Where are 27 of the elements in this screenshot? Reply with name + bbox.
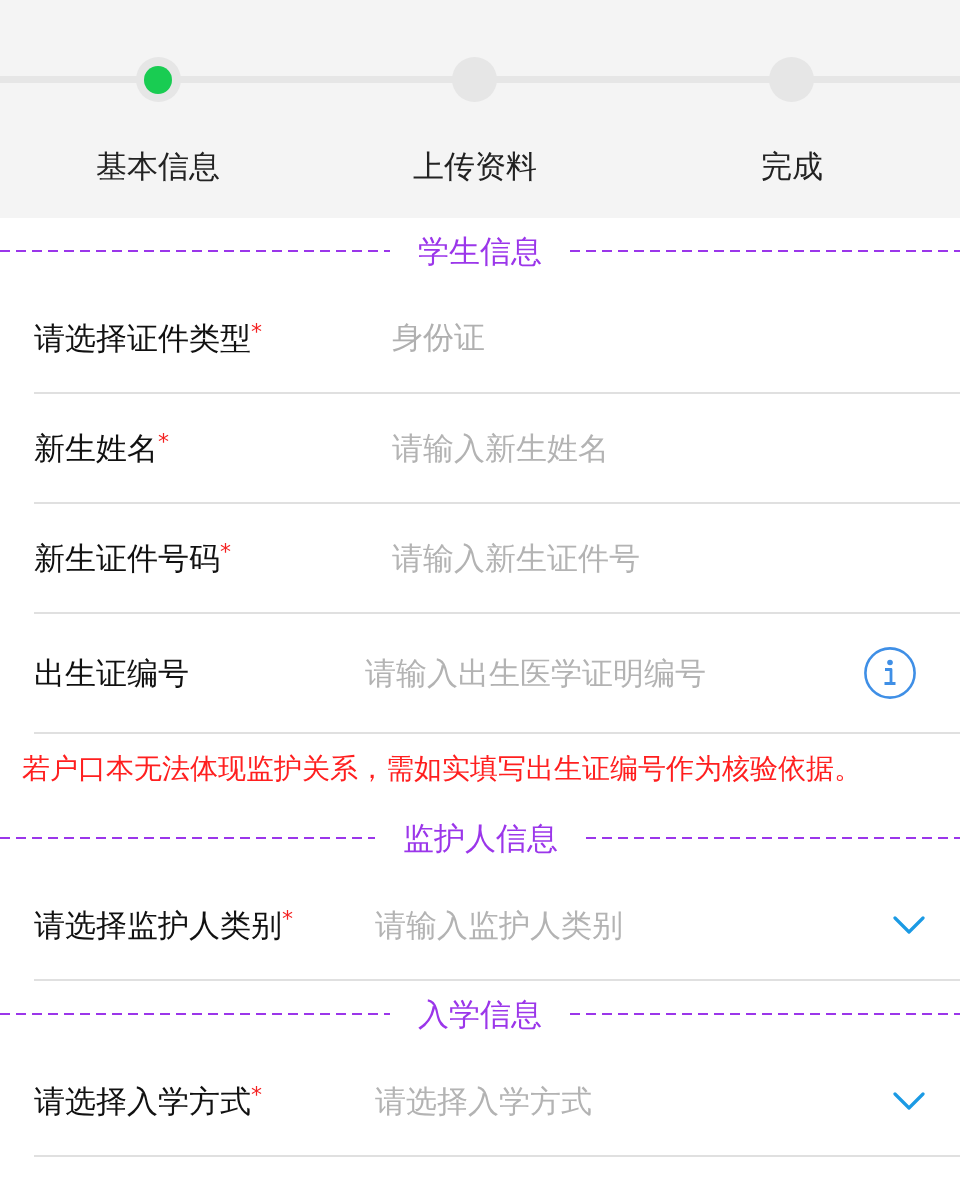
field-label: 新生证件号码 <box>34 539 220 578</box>
input-field[interactable]: 请输入新生证件号 <box>392 537 960 579</box>
field-label: 新生姓名 <box>34 429 158 468</box>
info-icon[interactable] <box>864 647 916 699</box>
required-mark: * <box>282 908 293 930</box>
warning-note: 若户口本无法体现监护关系，需如实填写出生证编号作为核验依据。 <box>21 751 863 787</box>
step-label: 基本信息 <box>96 147 221 186</box>
field-label: 请选择监护人类别 <box>34 906 282 945</box>
required-mark: * <box>158 431 169 453</box>
input-field[interactable]: 请输入出生医学证明编号 <box>365 652 864 694</box>
required-mark: * <box>251 1084 262 1106</box>
section-title: 监护人信息 <box>401 819 559 858</box>
field-label: 出生证编号 <box>34 654 189 693</box>
section-title: 学生信息 <box>417 232 543 271</box>
step-label: 上传资料 <box>413 147 537 186</box>
required-mark: * <box>251 321 262 343</box>
dropdown-field[interactable]: 请输入监护人类别 <box>375 904 893 946</box>
required-mark: * <box>220 541 231 563</box>
input-field[interactable]: 身份证 <box>392 317 960 359</box>
input-field[interactable]: 请输入新生姓名 <box>392 427 960 469</box>
step-label: 完成 <box>760 147 823 186</box>
field-label: 请选择证件类型 <box>34 319 251 358</box>
chevron-down-icon[interactable] <box>893 1092 925 1110</box>
chevron-down-icon[interactable] <box>893 916 925 934</box>
field-label: 请选择入学方式 <box>34 1082 251 1121</box>
section-title: 入学信息 <box>417 995 543 1034</box>
dropdown-field[interactable]: 请选择入学方式 <box>375 1080 893 1122</box>
